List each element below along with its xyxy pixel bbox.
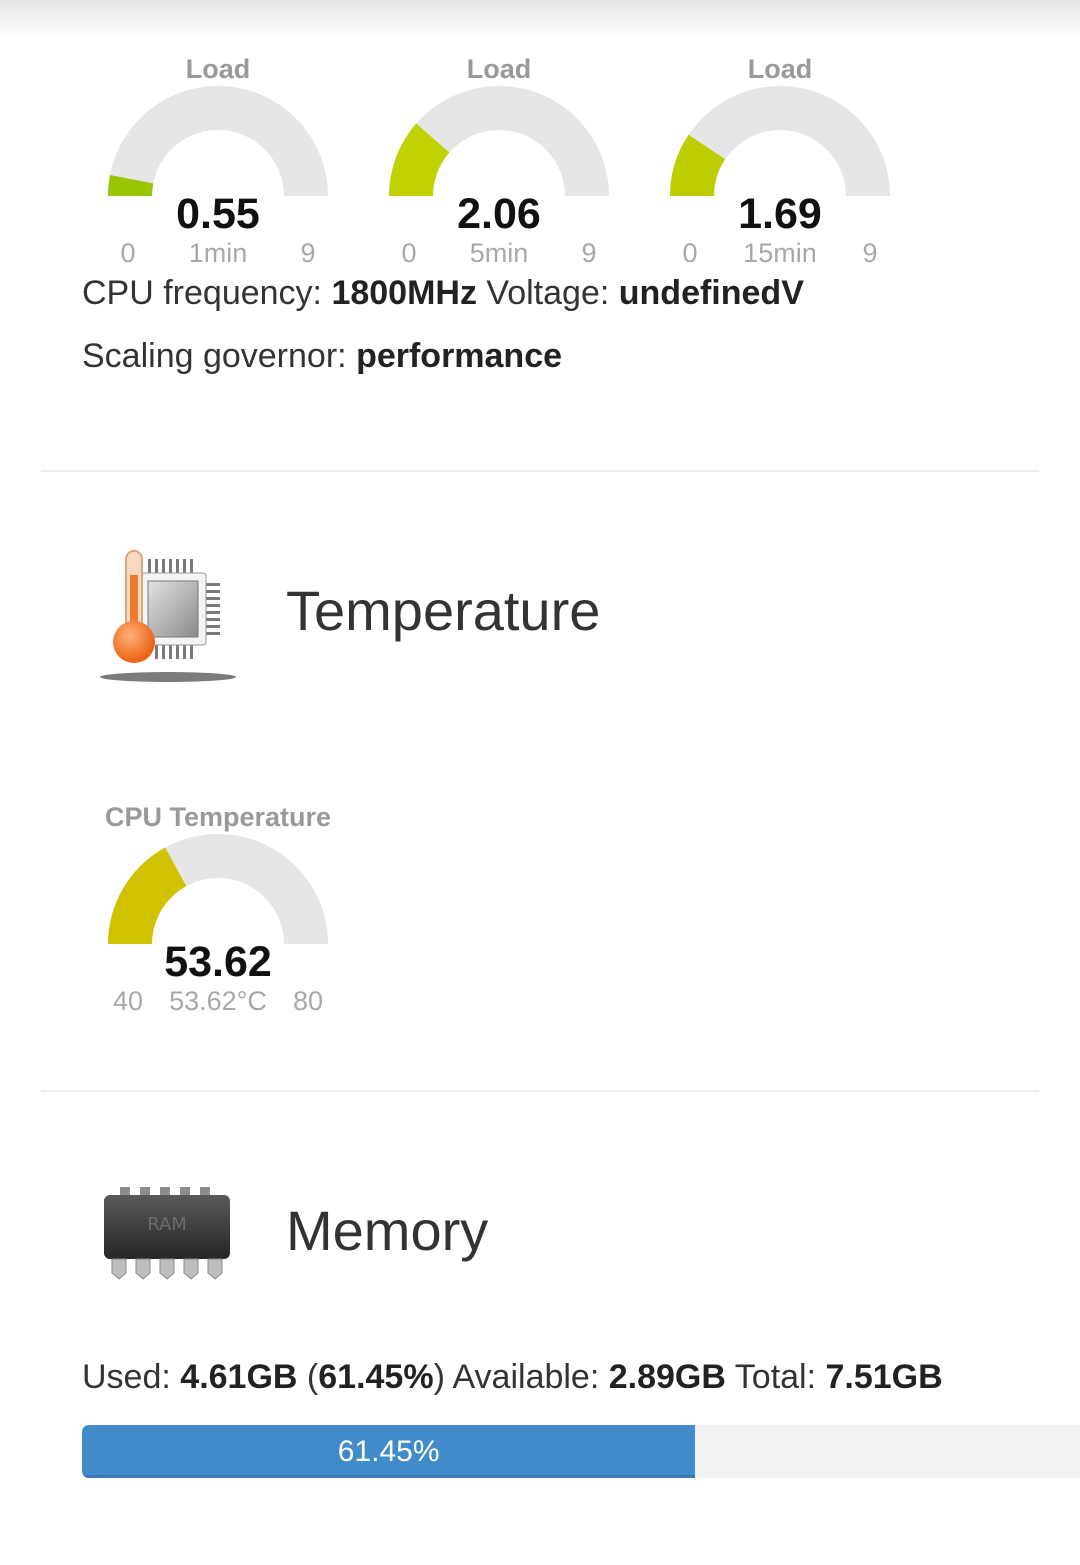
total-value: 7.51GB xyxy=(825,1358,943,1396)
gauge-track xyxy=(108,86,328,196)
section-divider xyxy=(41,1090,1039,1092)
load-gauge-15min: Load 1.69 0 15min 9 xyxy=(640,40,920,268)
svg-text:RAM: RAM xyxy=(147,1214,187,1235)
governor-label: Scaling governor: xyxy=(82,337,347,375)
gauge-value: 0.55 xyxy=(176,190,260,238)
voltage-value: undefinedV xyxy=(618,274,804,312)
used-label: Used: xyxy=(82,1358,171,1396)
gauge-value: 2.06 xyxy=(457,190,541,238)
memory-section-title: Memory xyxy=(286,1199,489,1262)
voltage-label: Voltage: xyxy=(486,274,610,312)
total-label: Total: xyxy=(734,1358,817,1396)
memory-progress-text: 61.45% xyxy=(337,1435,440,1468)
memory-progress-bar: 61.45% xyxy=(82,1425,1080,1478)
gauge-max: 9 xyxy=(300,238,316,268)
load-gauge-5min: Load 2.06 0 5min 9 xyxy=(359,40,639,268)
load-gauge-1min: Load 0.55 0 1min 9 xyxy=(78,40,358,268)
ram-chip-icon: RAM xyxy=(100,1185,234,1285)
cpu-frequency-line: CPU frequency: 1800MHz Voltage: undefine… xyxy=(82,274,804,313)
used-value: 4.61GB xyxy=(180,1358,298,1396)
memory-usage-line: Used: 4.61GB (61.45%) Available: 2.89GB … xyxy=(82,1358,943,1396)
section-divider xyxy=(41,470,1039,472)
used-percent: 61.45% xyxy=(318,1358,434,1396)
available-label: Available: xyxy=(452,1358,600,1396)
temperature-section-title: Temperature xyxy=(286,579,601,642)
gauge-max: 9 xyxy=(581,238,597,268)
cpu-temperature-gauge: CPU Temperature 53.62 40 53.62°C 80 xyxy=(78,788,358,1016)
gauge-value: 53.62 xyxy=(164,938,272,986)
governor-value: performance xyxy=(356,337,563,375)
top-shadow xyxy=(0,0,1080,40)
cpu-thermometer-icon xyxy=(98,545,240,687)
gauge-max: 80 xyxy=(292,986,324,1016)
scaling-governor-line: Scaling governor: performance xyxy=(82,337,562,376)
available-value: 2.89GB xyxy=(608,1358,726,1396)
cpu-frequency-label: CPU frequency: xyxy=(82,274,322,312)
gauge-max: 9 xyxy=(862,238,878,268)
gauge-value: 1.69 xyxy=(738,190,822,238)
cpu-frequency-value: 1800MHz xyxy=(331,274,477,312)
